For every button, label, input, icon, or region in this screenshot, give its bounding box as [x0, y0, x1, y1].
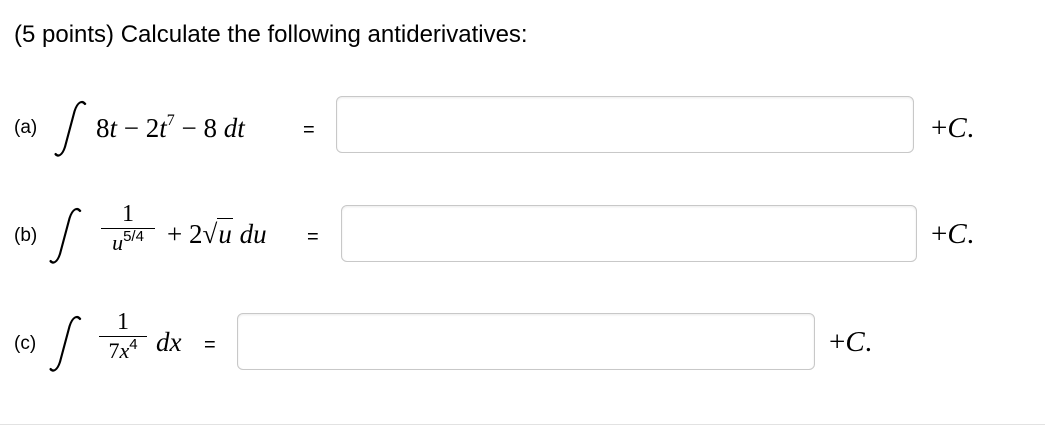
equals-c: = [204, 334, 216, 356]
sqrt-b: √u [202, 218, 233, 250]
radical-icon: √ [202, 219, 218, 249]
constant-c-a: C [947, 112, 967, 144]
plus-sign-b: + [931, 218, 948, 250]
integrand-a-var1: t [109, 113, 118, 143]
plus-sign-a: + [931, 112, 948, 144]
denominator-b: u5/4 [101, 228, 155, 259]
constant-c-c: C [845, 326, 865, 358]
numerator-c: 1 [117, 309, 129, 335]
equals-b: = [307, 226, 319, 248]
denominator-c-exponent: 4 [129, 336, 138, 353]
part-a-label: (a) [14, 117, 38, 138]
integral-sign-icon [49, 206, 85, 264]
fraction-b: 1 u5/4 [101, 201, 155, 259]
plus-c-a: +C. [931, 112, 974, 144]
equals-a: = [303, 119, 315, 141]
period-b: . [966, 218, 974, 250]
integrand-a-coef: 8 [96, 113, 110, 143]
fraction-bar-c [99, 336, 147, 337]
integrand-a-term2: − 2 [117, 113, 160, 143]
integrand-a-var2: t [159, 113, 167, 143]
plus-sign-c: + [829, 326, 846, 358]
integrand-b-term2: + 2 [167, 219, 203, 249]
answer-input-b[interactable] [341, 205, 917, 262]
bottom-divider [0, 424, 1045, 425]
answer-input-c[interactable] [237, 313, 815, 370]
integrand-a-exponent: 7 [166, 112, 175, 129]
integral-sign-icon [49, 314, 85, 372]
part-b-label: (b) [14, 225, 38, 246]
plus-c-b: +C. [931, 218, 974, 250]
integrand-b-rest: + 2√u du [167, 218, 267, 250]
period-a: . [966, 112, 974, 144]
denominator-c: 7x4 [99, 336, 147, 367]
integrand-a: 8t − 2t7 − 8 dt [96, 112, 245, 149]
period-c: . [864, 326, 872, 358]
answer-input-a[interactable] [336, 96, 914, 153]
question-title: (5 points) Calculate the following antid… [14, 21, 528, 48]
numerator-b: 1 [122, 201, 134, 227]
plus-c-c: +C. [829, 326, 872, 358]
denominator-c-var: x [119, 338, 130, 363]
part-c: (c) 1 7x4 dx = +C. [0, 304, 1045, 384]
part-c-label: (c) [14, 333, 37, 354]
differential-a: dt [223, 113, 245, 143]
part-b: (b) 1 u5/4 + 2√u du = +C. [0, 196, 1045, 276]
constant-c-b: C [947, 218, 967, 250]
fraction-c: 1 7x4 [99, 309, 147, 367]
differential-c: dx [156, 327, 182, 357]
denominator-b-var: u [112, 230, 124, 255]
differential-b: du [239, 219, 267, 249]
integrand-c-rest: dx [156, 326, 181, 358]
denominator-b-exponent: 5/4 [123, 228, 144, 245]
integral-sign-icon [54, 99, 90, 157]
part-a: (a) 8t − 2t7 − 8 dt = +C. [0, 92, 1045, 172]
denominator-c-coef: 7 [108, 338, 120, 363]
integrand-a-term3: − 8 [174, 113, 224, 143]
radicand-b: u [217, 218, 233, 249]
